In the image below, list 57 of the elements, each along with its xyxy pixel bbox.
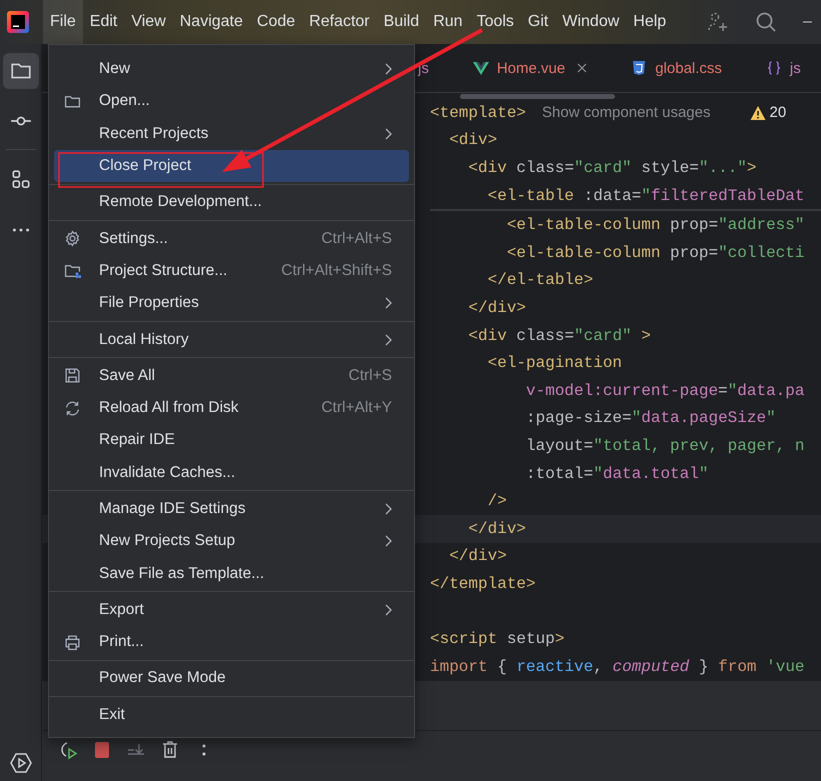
code-line: <template> xyxy=(430,104,526,122)
code-line: <el-table :data="filteredTableDat xyxy=(486,186,804,205)
menu-item[interactable]: Invalidate Caches... xyxy=(54,456,409,489)
menu-item[interactable]: Project Structure... Ctrl+Alt+Shift+S xyxy=(54,254,409,288)
menu-item[interactable]: Open... xyxy=(54,85,409,118)
code-line: </el-table> xyxy=(486,271,594,290)
code-line: <script setup> xyxy=(430,630,564,648)
menu-item[interactable]: Refactor xyxy=(302,0,377,44)
menu-item[interactable]: Window xyxy=(555,0,626,44)
code-line: <div class="card" > xyxy=(467,326,651,345)
code-line: v-model:current-page="data.pa xyxy=(525,382,804,400)
menu-item[interactable]: Edit xyxy=(82,0,124,44)
menu-item[interactable]: Save All Ctrl+S xyxy=(54,360,409,392)
code-line: </div> xyxy=(467,298,526,317)
code-line: <div> xyxy=(448,131,498,150)
code-line: <div class="card" style="..."> xyxy=(467,158,757,177)
menu-item[interactable]: Export xyxy=(54,594,409,626)
code-line: :total="data.total" xyxy=(525,464,708,483)
code-line: </div> xyxy=(448,547,507,566)
menu-item[interactable]: View xyxy=(124,0,173,44)
menu-item[interactable]: Run xyxy=(426,0,470,44)
menu-item[interactable]: Power Save Mode xyxy=(54,662,409,695)
code-line: import { reactive, computed } from 'vue xyxy=(430,658,805,676)
menu-item[interactable]: Git xyxy=(520,0,556,44)
menu-item[interactable]: New xyxy=(54,53,409,86)
code-line: /> xyxy=(486,492,507,510)
inlay-hint[interactable]: Show component usages xyxy=(542,104,710,122)
menu-item[interactable]: Remote Development... xyxy=(54,186,409,218)
editor-tab[interactable]: global.css xyxy=(619,44,734,92)
menu-item[interactable]: Build xyxy=(376,0,426,44)
code-line: </div> xyxy=(467,520,526,538)
menu-item[interactable]: Recent Projects xyxy=(54,118,409,150)
menu-item[interactable]: Local History xyxy=(54,323,409,356)
code-line: layout="total, prev, pager, n xyxy=(525,436,804,455)
editor-tab[interactable]: js xyxy=(754,44,813,92)
menu-item[interactable]: Code xyxy=(250,0,302,44)
code-line: </template> xyxy=(430,574,536,593)
menu-item[interactable]: File Properties xyxy=(54,287,409,320)
menu-item[interactable]: Help xyxy=(626,0,674,44)
menu-item[interactable]: Reload All from Disk Ctrl+Alt+Y xyxy=(54,392,409,424)
menu-item[interactable]: Repair IDE xyxy=(54,424,409,457)
code-line: :page-size="data.pageSize" xyxy=(525,409,776,428)
editor-tab[interactable]: Home.vue xyxy=(460,44,600,92)
menu-item[interactable]: Close Project xyxy=(54,150,409,182)
menu-item[interactable]: Settings... Ctrl+Alt+S xyxy=(54,222,409,255)
menu-item[interactable]: Tools xyxy=(470,0,521,44)
menu-item[interactable]: Navigate xyxy=(172,0,250,44)
menu-item[interactable]: Manage IDE Settings xyxy=(54,492,409,526)
menu-item[interactable]: New Projects Setup xyxy=(54,525,409,558)
code-line: <el-pagination xyxy=(486,354,622,372)
menu-item[interactable]: File xyxy=(43,0,83,44)
code-line: <el-table-column prop="address" xyxy=(506,216,804,234)
warning-count[interactable]: 20 xyxy=(750,104,786,122)
menu-item[interactable]: Exit xyxy=(54,698,409,731)
code-line: <el-table-column prop="collecti xyxy=(506,244,804,262)
menu-item[interactable]: Save File as Template... xyxy=(54,557,409,590)
menu-item[interactable]: Print... xyxy=(54,626,409,658)
